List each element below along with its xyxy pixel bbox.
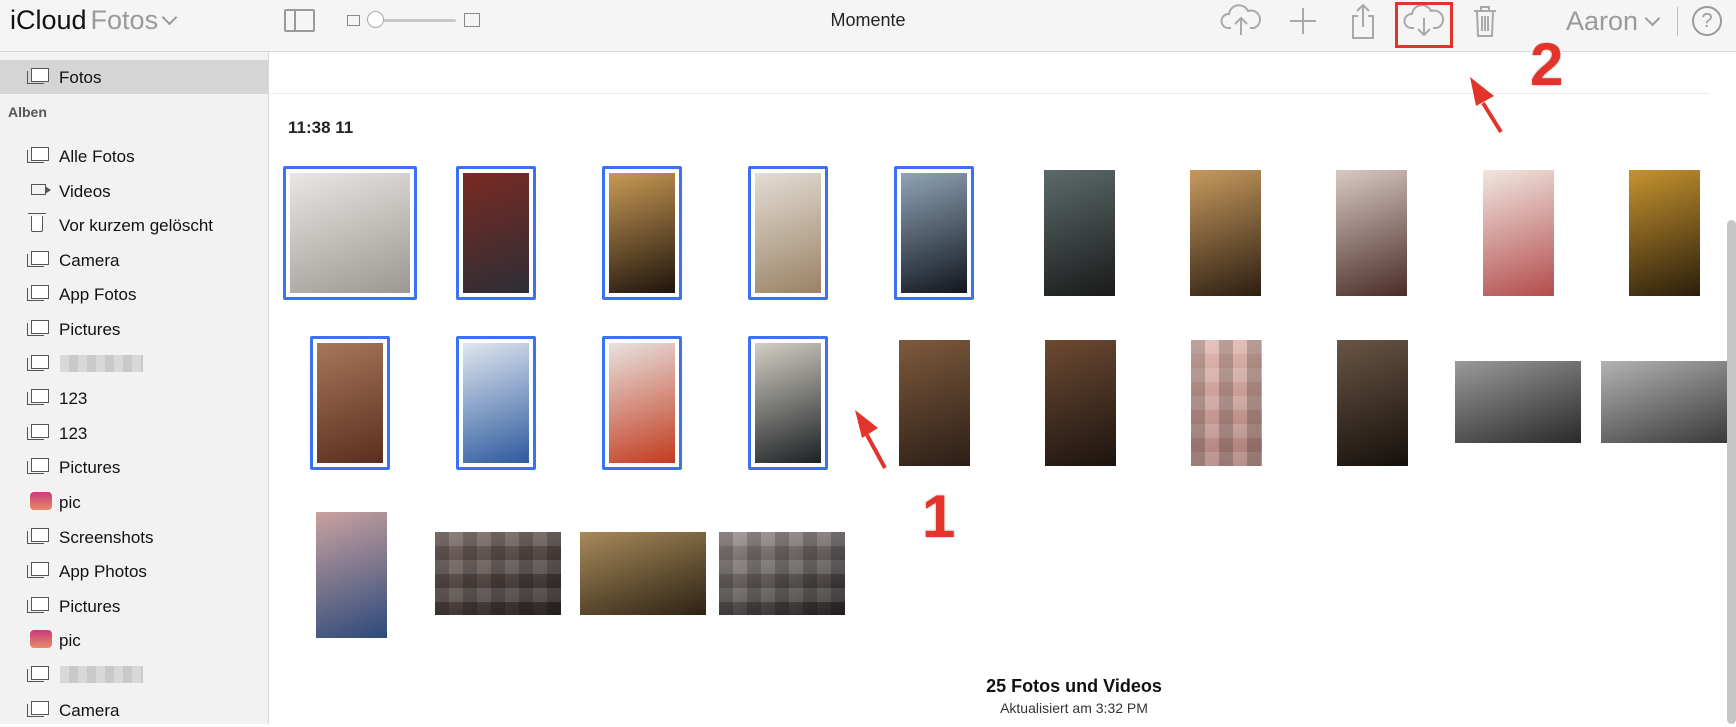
step-2-label: 2 [1528, 29, 1565, 100]
arrow-2 [1470, 77, 1503, 134]
annotation-arrows [855, 77, 1503, 469]
step-1-label: 1 [920, 481, 957, 552]
arrow-1 [855, 410, 887, 469]
